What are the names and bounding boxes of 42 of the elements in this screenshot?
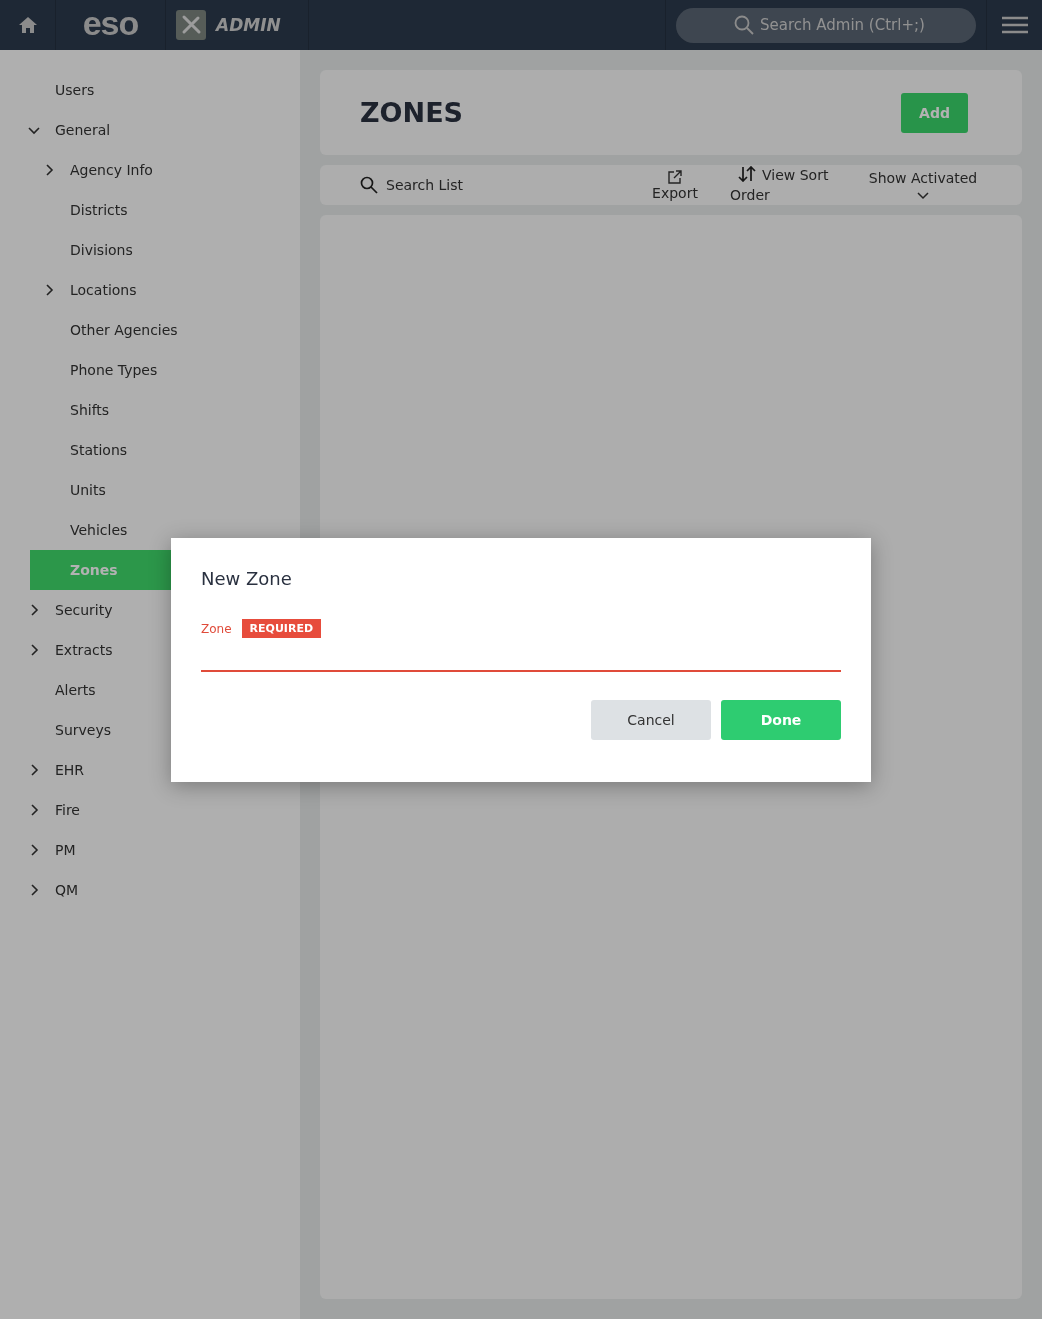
search-field[interactable]: Search Admin (Ctrl+;) <box>676 7 976 43</box>
filter-dropdown[interactable]: Show Activated <box>868 170 978 200</box>
sidebar-item[interactable]: Stations <box>0 430 300 470</box>
sidebar-item[interactable]: Units <box>0 470 300 510</box>
sidebar-item[interactable]: Agency Info <box>0 150 300 190</box>
export-button[interactable]: Export <box>635 169 715 201</box>
sidebar-item[interactable]: Locations <box>0 270 300 310</box>
required-badge: REQUIRED <box>241 619 322 638</box>
sidebar-item[interactable]: Districts <box>0 190 300 230</box>
sort-arrows-icon <box>738 166 756 182</box>
sidebar-item[interactable]: General <box>0 110 300 150</box>
home-icon <box>17 16 38 34</box>
chevron-down-icon <box>917 192 929 200</box>
sidebar-item[interactable]: QM <box>0 870 300 910</box>
sidebar-item[interactable]: Shifts <box>0 390 300 430</box>
field-label: Zone <box>201 621 232 636</box>
dialog-title: New Zone <box>201 568 293 589</box>
sidebar-item[interactable]: Users <box>0 70 300 110</box>
sort-button[interactable]: View Sort Order <box>730 165 840 205</box>
cancel-button[interactable]: Cancel <box>591 700 711 740</box>
chevron-right-icon <box>43 164 55 176</box>
search-field[interactable]: Search List <box>384 176 588 194</box>
chevron-right-icon <box>28 804 40 816</box>
sidebar-item[interactable]: EHR <box>0 750 300 790</box>
sidebar-item[interactable]: Other Agencies <box>0 310 300 350</box>
chevron-right-icon <box>28 644 40 656</box>
sidebar-item[interactable]: PM <box>0 830 300 870</box>
external-link-icon <box>667 169 683 185</box>
chevron-down-icon <box>28 124 40 136</box>
chevron-right-icon <box>28 604 40 616</box>
search-icon <box>360 176 378 194</box>
chevron-right-icon <box>28 764 40 776</box>
sidebar-item[interactable]: Divisions <box>0 230 300 270</box>
search-icon <box>734 14 754 35</box>
menu-icon <box>1001 16 1028 34</box>
sidebar-item[interactable]: Phone Types <box>0 350 300 390</box>
chevron-right-icon <box>28 884 40 896</box>
module-title: ADMIN <box>216 15 281 35</box>
chevron-right-icon <box>43 284 55 296</box>
chevron-right-icon <box>28 844 40 856</box>
page-title: ZONES <box>360 97 464 128</box>
sidebar-item[interactable]: Fire <box>0 790 300 830</box>
